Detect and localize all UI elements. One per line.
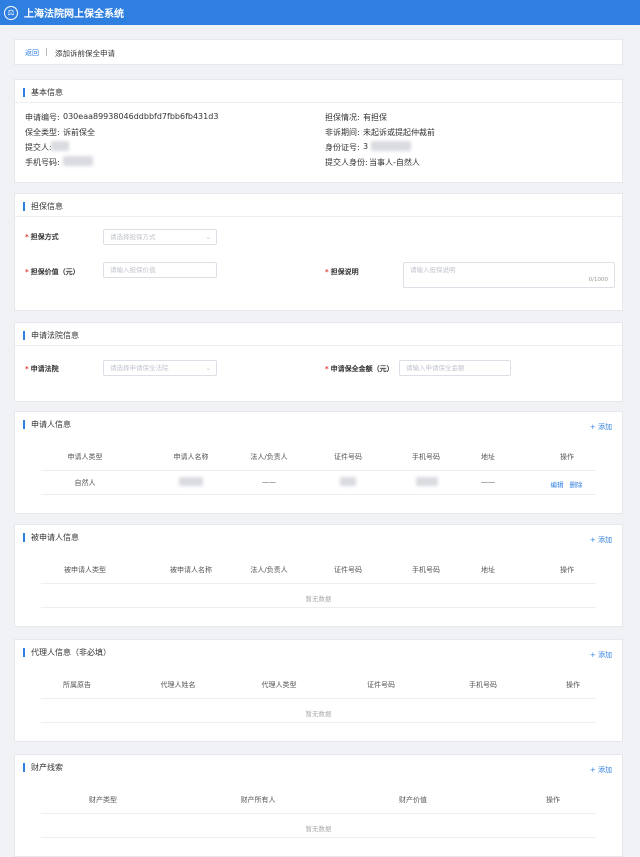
column-header: 手机号码 xyxy=(412,566,440,574)
column-header: 法人/负责人 xyxy=(250,566,288,574)
app-title: 上海法院网上保全系统 xyxy=(24,9,124,20)
period-label: 非诉期间: xyxy=(325,128,360,137)
id-prefix: 3 xyxy=(363,142,369,151)
agent-section: 代理人信息（非必填） + 添加 所属原告 代理人姓名 代理人类型 证件号码 手机… xyxy=(14,639,623,742)
chevron-down-icon: ⌄ xyxy=(205,364,211,372)
section-title: 代理人信息（非必填） xyxy=(23,648,111,657)
amount-input[interactable]: 请输入申请保全金额 xyxy=(399,360,511,376)
column-header: 财产价值 xyxy=(399,796,427,804)
column-header: 操作 xyxy=(560,566,574,574)
identity-value: 当事人-自然人 xyxy=(369,158,420,167)
guarantee-label: 担保情况: xyxy=(325,113,360,122)
applicant-section: 申请人信息 + 添加 申请人类型 申请人名称 法人/负责人 证件号码 手机号码 … xyxy=(14,411,623,514)
back-link[interactable]: 返回 xyxy=(25,48,39,58)
edit-button[interactable]: 编辑 xyxy=(551,479,564,489)
section-title: 申请法院信息 xyxy=(23,331,79,340)
column-header: 地址 xyxy=(481,566,495,574)
app-no-label: 申请编号: xyxy=(25,113,60,122)
period-value: 未起诉或提起仲裁前 xyxy=(363,128,435,137)
method-label: 担保方式 xyxy=(30,233,59,241)
column-header: 申请人类型 xyxy=(67,453,103,461)
breadcrumb-separator: | xyxy=(45,47,48,56)
guarantee-value-input[interactable]: 请输入担保价值 xyxy=(103,262,217,278)
amount-label: 申请保全金额（元） xyxy=(330,365,394,373)
page-title: 添加诉前保全申请 xyxy=(55,49,115,58)
type-label: 保全类型: xyxy=(25,128,60,137)
breadcrumb: 返回 | 添加诉前保全申请 xyxy=(14,39,623,65)
char-counter: 0/1000 xyxy=(588,277,608,283)
column-header: 被申请人类型 xyxy=(64,566,106,574)
phone-redacted xyxy=(63,156,93,166)
add-property-button[interactable]: + 添加 xyxy=(590,765,612,775)
column-header: 证件号码 xyxy=(334,566,362,574)
column-header: 被申请人名称 xyxy=(170,566,212,574)
column-header: 财产类型 xyxy=(89,796,117,804)
basic-info-section: 基本信息 申请编号: 030eaa89938046ddbbfd7fbb6fb43… xyxy=(14,79,623,183)
column-header: 财产所有人 xyxy=(240,796,276,804)
guarantee-value: 有担保 xyxy=(363,113,387,122)
column-header: 所属原告 xyxy=(63,681,91,689)
guarantee-section: 担保信息 * 担保方式 请选择担保方式 ⌄ * 担保价值（元） 请输入担保价值 * 担保… xyxy=(14,193,623,311)
section-title: 申请人信息 xyxy=(23,420,71,429)
section-title: 基本信息 xyxy=(23,88,63,97)
submitter-redacted xyxy=(51,141,69,151)
court-label: 申请法院 xyxy=(30,365,59,373)
id-label: 身份证号: xyxy=(325,143,360,152)
section-title: 担保信息 xyxy=(23,202,63,211)
type-value: 诉前保全 xyxy=(63,128,95,137)
column-header: 手机号码 xyxy=(469,681,497,689)
phone-redacted xyxy=(416,477,438,486)
court-emblem-icon: ⚖ xyxy=(4,5,18,20)
top-bar: ⚖ 上海法院网上保全系统 xyxy=(0,0,640,25)
identity-label: 提交人身份: xyxy=(325,158,368,167)
add-applicant-button[interactable]: + 添加 xyxy=(590,422,612,432)
column-header: 操作 xyxy=(560,453,574,461)
add-agent-button[interactable]: + 添加 xyxy=(590,650,612,660)
empty-state: 暂无数据 xyxy=(305,595,332,603)
respondent-section: 被申请人信息 + 添加 被申请人类型 被申请人名称 法人/负责人 证件号码 手机… xyxy=(14,524,623,627)
column-header: 操作 xyxy=(566,681,580,689)
section-title: 被申请人信息 xyxy=(23,533,79,542)
id-redacted xyxy=(340,477,356,486)
guarantee-desc-textarea[interactable]: 请输入担保说明 0/1000 xyxy=(403,262,615,288)
column-header: 手机号码 xyxy=(412,453,440,461)
guarantee-method-select[interactable]: 请选择担保方式 ⌄ xyxy=(103,229,217,245)
chevron-down-icon: ⌄ xyxy=(205,233,211,241)
column-header: 地址 xyxy=(481,453,495,461)
column-header: 操作 xyxy=(546,796,560,804)
column-header: 证件号码 xyxy=(334,453,362,461)
empty-state: 暂无数据 xyxy=(305,710,332,718)
id-redacted xyxy=(371,141,411,151)
section-title: 财产线索 xyxy=(23,763,63,772)
empty-state: 暂无数据 xyxy=(305,825,332,833)
name-redacted xyxy=(179,477,203,486)
add-respondent-button[interactable]: + 添加 xyxy=(590,535,612,545)
court-select[interactable]: 请选择申请保全法院 ⌄ xyxy=(103,360,217,376)
property-section: 财产线索 + 添加 财产类型 财产所有人 财产价值 操作 暂无数据 xyxy=(14,754,623,857)
court-section: 申请法院信息 * 申请法院 请选择申请保全法院 ⌄ * 申请保全金额（元） 请输入申请… xyxy=(14,322,623,402)
delete-button[interactable]: 删除 xyxy=(570,479,583,489)
desc-label: 担保说明 xyxy=(330,268,359,276)
value-label: 担保价值（元） xyxy=(30,268,80,276)
column-header: 法人/负责人 xyxy=(250,453,288,461)
phone-label: 手机号码: xyxy=(25,158,60,167)
column-header: 代理人类型 xyxy=(261,681,297,689)
column-header: 证件号码 xyxy=(367,681,395,689)
submitter-label: 提交人: xyxy=(25,143,52,152)
column-header: 申请人名称 xyxy=(173,453,209,461)
app-no-value: 030eaa89938046ddbbfd7fbb6fb431d3 xyxy=(63,112,219,121)
column-header: 代理人姓名 xyxy=(160,681,196,689)
